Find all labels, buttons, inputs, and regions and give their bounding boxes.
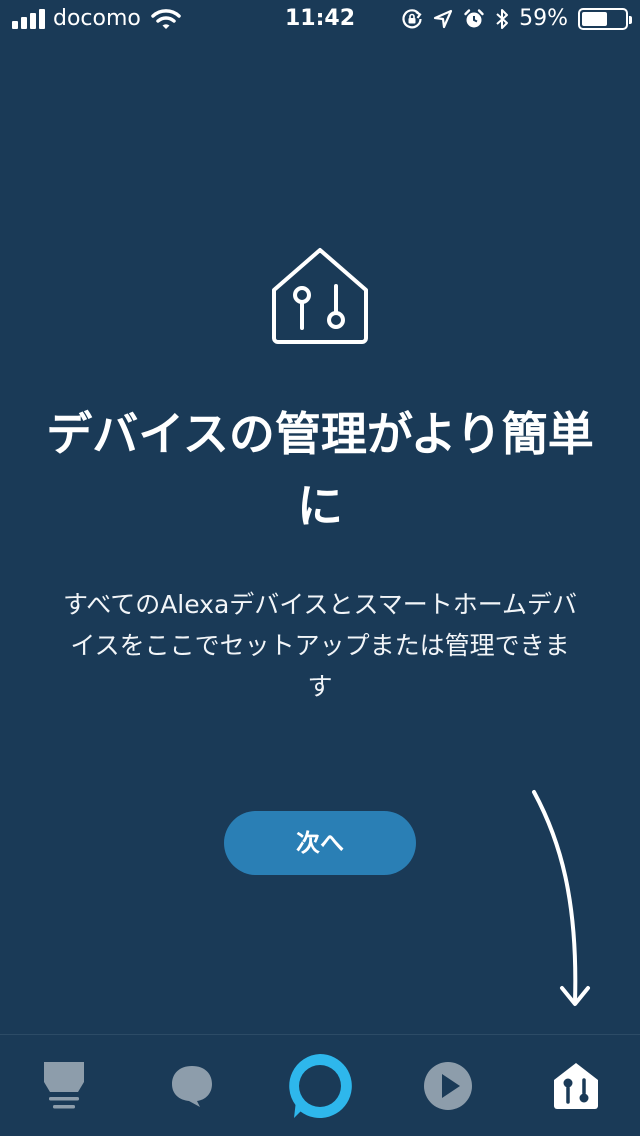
page-description: すべてのAlexaデバイスとスマートホームデバイスをここでセットアップまたは管理…: [62, 590, 578, 701]
alexa-ring-icon: [289, 1053, 352, 1118]
tab-devices[interactable]: [512, 1035, 640, 1136]
tab-home[interactable]: [0, 1035, 128, 1136]
page-title: デバイスの管理がより簡単に: [46, 407, 594, 533]
home-feed-icon: [44, 1061, 84, 1108]
curved-arrow-down-icon: [532, 790, 590, 1006]
location-icon: [433, 9, 453, 28]
alarm-icon: [464, 8, 484, 27]
battery-level: [582, 11, 607, 26]
tab-play[interactable]: [384, 1035, 512, 1136]
smart-home-icon: [272, 248, 368, 344]
tab-communicate[interactable]: [128, 1035, 256, 1136]
bluetooth-icon: [496, 8, 509, 29]
rotation-lock-icon: [402, 8, 422, 28]
next-button[interactable]: 次へ: [224, 811, 416, 875]
tab-bar: [0, 1034, 640, 1136]
tab-alexa[interactable]: [256, 1035, 384, 1136]
status-bar: docomo 11:42 59%: [0, 0, 640, 40]
battery-nub: [629, 15, 632, 24]
communicate-icon: [172, 1065, 212, 1107]
battery-icon: [578, 7, 632, 30]
battery-percent: 59%: [519, 6, 568, 31]
devices-icon: [554, 1062, 598, 1109]
status-right: 59%: [401, 6, 632, 31]
play-icon: [424, 1061, 472, 1110]
